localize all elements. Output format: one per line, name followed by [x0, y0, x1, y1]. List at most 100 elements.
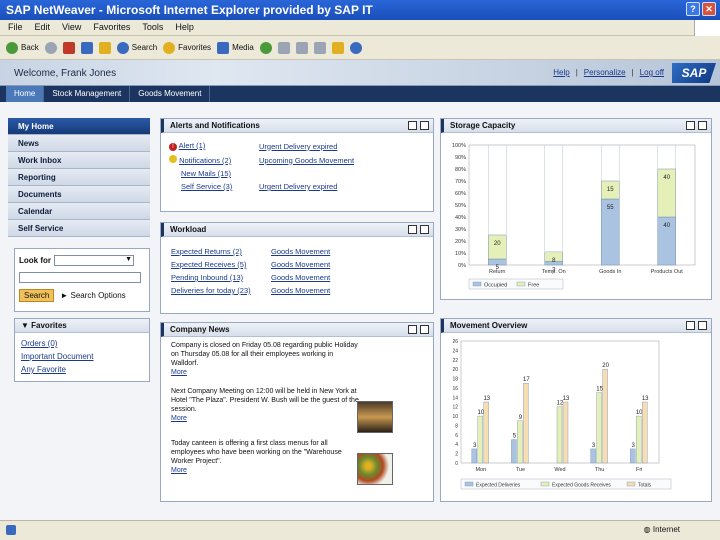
maximize-icon[interactable] [420, 325, 429, 334]
messenger-button[interactable] [349, 41, 362, 54]
workload-detail-link[interactable]: Goods Movement [271, 260, 330, 269]
refresh-icon [80, 41, 93, 54]
menu-help[interactable]: Help [175, 22, 194, 33]
more-link[interactable]: More [171, 467, 187, 474]
back-button[interactable]: Back [6, 41, 39, 54]
leftnav-my-home[interactable]: My Home [8, 118, 150, 135]
alert-link[interactable]: Notifications (2) [179, 156, 231, 165]
hotel-image [357, 401, 393, 433]
workload-detail-link[interactable]: Goods Movement [271, 286, 330, 295]
stop-button[interactable] [62, 41, 75, 54]
menu-view[interactable]: View [62, 22, 81, 33]
home-button[interactable] [98, 41, 111, 54]
history-button[interactable] [259, 41, 272, 54]
help-window-button[interactable]: ? [686, 2, 700, 16]
edit-button[interactable] [313, 41, 326, 54]
leftnav-documents[interactable]: Documents [8, 186, 150, 203]
tab-home[interactable]: Home [6, 86, 45, 102]
workload-title: Workload [170, 225, 207, 234]
workload-link[interactable]: Expected Receives (5) [171, 260, 246, 269]
y-tick-label: 26 [452, 339, 458, 345]
minimize-icon[interactable] [408, 325, 417, 334]
search-button[interactable]: Search [116, 41, 157, 54]
minimize-icon[interactable] [408, 121, 417, 130]
alert-detail-link[interactable]: Urgent Delivery expired [259, 142, 337, 151]
alerts-header: Alerts and Notifications [161, 119, 433, 133]
minimize-icon[interactable] [686, 121, 695, 130]
look-for-label: Look for [19, 256, 51, 265]
minimize-icon[interactable] [408, 225, 417, 234]
more-link[interactable]: More [171, 369, 187, 376]
logoff-link[interactable]: Log off [640, 68, 664, 77]
workload-row: Expected Receives (5) Goods Movement [171, 258, 421, 271]
media-icon [217, 41, 230, 54]
edit-icon [313, 41, 326, 54]
close-window-button[interactable]: ✕ [702, 2, 716, 16]
tab-stock-management[interactable]: Stock Management [44, 86, 131, 102]
series-bar [517, 420, 523, 464]
favorites-button[interactable]: Favorites [163, 41, 211, 54]
workload-link[interactable]: Deliveries for today (23) [171, 286, 251, 295]
personalize-link[interactable]: Personalize [584, 68, 626, 77]
alert-link[interactable]: Alert (1) [179, 141, 206, 150]
favorite-link[interactable]: Any Favorite [21, 365, 66, 374]
search-submit-button[interactable]: Search [19, 289, 55, 302]
alert-detail-link[interactable]: Upcoming Goods Movement [259, 156, 354, 165]
maximize-icon[interactable] [420, 225, 429, 234]
print-button[interactable] [295, 41, 308, 54]
alert-link[interactable]: New Mails (15) [181, 169, 231, 178]
menu-tools[interactable]: Tools [142, 22, 163, 33]
y-tick-label: 80% [455, 167, 466, 173]
workload-link[interactable]: Pending Inbound (13) [171, 273, 243, 282]
leftnav-reporting[interactable]: Reporting [8, 169, 150, 186]
maximize-icon[interactable] [698, 321, 707, 330]
favorite-link[interactable]: Important Document [21, 352, 93, 361]
legend-label: Occupied [484, 283, 507, 289]
workload-detail-link[interactable]: Goods Movement [271, 247, 330, 256]
minimize-icon[interactable] [686, 321, 695, 330]
series-bar [590, 448, 596, 464]
refresh-button[interactable] [80, 41, 93, 54]
globe-icon: ◍ [643, 525, 651, 534]
forward-button[interactable] [44, 41, 57, 54]
error-icon: ! [169, 143, 177, 151]
favorite-link[interactable]: Orders (0) [21, 339, 57, 348]
back-arrow-icon [6, 41, 18, 54]
movement-overview-title: Movement Overview [450, 321, 528, 330]
back-label: Back [21, 43, 39, 52]
x-tick-label: Mon [475, 467, 486, 473]
media-label: Media [232, 43, 254, 52]
mail-button[interactable] [277, 41, 290, 54]
legend-label: Expected Goods Receives [552, 483, 611, 489]
more-link[interactable]: More [171, 415, 187, 422]
maximize-icon[interactable] [420, 121, 429, 130]
workload-detail-link[interactable]: Goods Movement [271, 273, 330, 282]
alert-link[interactable]: Self Service (3) [181, 182, 232, 191]
workload-row: Pending Inbound (13) Goods Movement [171, 271, 421, 284]
food-image [357, 453, 393, 485]
windows-logo-icon [694, 20, 720, 36]
favorites-title: Favorites [31, 321, 67, 330]
help-link[interactable]: Help [553, 68, 569, 77]
favorites-header[interactable]: ▼ Favorites [15, 319, 149, 333]
folder-button[interactable] [331, 41, 344, 54]
maximize-icon[interactable] [698, 121, 707, 130]
legend-swatch [626, 481, 636, 487]
search-input[interactable] [19, 272, 141, 283]
leftnav-calendar[interactable]: Calendar [8, 203, 150, 220]
y-tick-label: 70% [455, 179, 466, 185]
tab-goods-movement[interactable]: Goods Movement [130, 86, 211, 102]
leftnav-work-inbox[interactable]: Work Inbox [8, 152, 150, 169]
alert-row: ! Alert (1) Urgent Delivery expired [169, 139, 429, 153]
menu-edit[interactable]: Edit [35, 22, 51, 33]
link-separator: | [631, 68, 634, 77]
search-scope-select[interactable]: ▼ [54, 255, 134, 266]
media-button[interactable]: Media [217, 41, 254, 54]
alert-detail-link[interactable]: Urgent Delivery expired [259, 182, 337, 191]
search-options-link[interactable]: ► Search Options [60, 291, 125, 300]
leftnav-self-service[interactable]: Self Service [8, 220, 150, 237]
workload-link[interactable]: Expected Returns (2) [171, 247, 242, 256]
menu-file[interactable]: File [8, 22, 23, 33]
menu-favorites[interactable]: Favorites [93, 22, 130, 33]
leftnav-news[interactable]: News [8, 135, 150, 152]
